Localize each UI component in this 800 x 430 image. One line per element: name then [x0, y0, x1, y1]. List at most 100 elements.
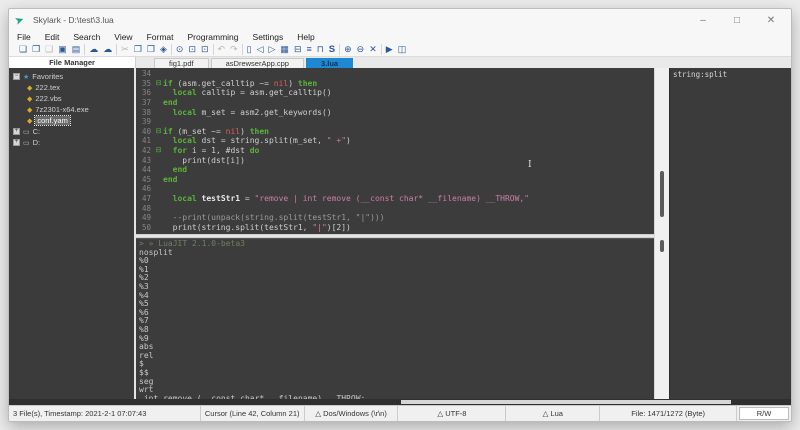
tab-3.lua[interactable]: 3.lua	[306, 58, 353, 68]
app-logo-icon: ➤	[13, 12, 30, 29]
export-icon[interactable]: ⊓	[317, 44, 324, 55]
indent-right-icon[interactable]: ▷	[269, 44, 276, 55]
file-manager-header-tab[interactable]: File Manager	[9, 57, 136, 68]
desktop: ➤ Skylark - D:\test\3.lua –□✕ FileEditSe…	[0, 0, 800, 430]
find-prev-icon[interactable]: ⊡	[188, 44, 196, 55]
menu-format[interactable]: Format	[147, 32, 174, 42]
menu-view[interactable]: View	[114, 32, 132, 42]
table-view-icon[interactable]: ▦	[280, 44, 289, 55]
code-line: 39	[136, 117, 654, 127]
status-segment-4: △ Lua	[506, 406, 600, 421]
tree-item-conf.yam[interactable]: ◆conf.yam	[9, 115, 134, 126]
output-line: $	[139, 360, 654, 369]
split-view-icon[interactable]: ⊟	[294, 44, 302, 55]
maximize-button[interactable]: □	[731, 15, 743, 26]
new-file-icon[interactable]: ❏	[19, 44, 27, 55]
horizontal-scrollbar-track[interactable]	[9, 399, 791, 405]
toolbar-group: ↶↷	[214, 44, 243, 55]
output-line: $$	[139, 369, 654, 378]
drive-icon: ▭	[23, 128, 30, 136]
save-all-icon[interactable]: ▤	[72, 44, 81, 55]
wrap-lines-icon[interactable]: ≡	[306, 44, 311, 55]
status-segment-0: 3 File(s), Timestamp: 2021-2-1 07:07:43	[9, 406, 201, 421]
window-controls: – □ ✕	[697, 15, 785, 26]
fold-marker-icon[interactable]: ⊟	[154, 127, 163, 136]
output-line: rel	[139, 352, 654, 361]
indent-left-icon[interactable]: ◁	[257, 44, 264, 55]
code-line: 42⊟ for i = 1, #dst do	[136, 146, 654, 156]
line-number: 37	[136, 98, 154, 107]
terminal-icon[interactable]: ◫	[398, 44, 407, 55]
paste-icon[interactable]: ❒	[147, 44, 155, 55]
status-segment-2: △ Dos/Windows (\r\n)	[305, 406, 399, 421]
code-text: for i = 1, #dst do	[163, 146, 259, 155]
tree-item-label: 7z2301-x64.exe	[35, 105, 88, 114]
tree-item-D:[interactable]: +▭D:	[9, 137, 134, 148]
code-line: 38 local m_set = asm2.get_keywords()	[136, 107, 654, 117]
lock-icon[interactable]: ◈	[160, 44, 167, 55]
drive-icon: ▭	[23, 139, 30, 147]
tree-item-7z2301-x64.exe[interactable]: ◆7z2301-x64.exe	[9, 104, 134, 115]
search-icon[interactable]: ⊙	[176, 44, 184, 55]
fold-marker-icon[interactable]: ⊟	[154, 146, 163, 155]
save-icon[interactable]: ▣	[58, 44, 67, 55]
output-console[interactable]: > » LuaJIT 2.1.0-beta3nosplit%0%1%2%3%4%…	[136, 238, 654, 399]
tree-item-label: D:	[33, 138, 41, 147]
output-scrollbar-thumb[interactable]	[660, 240, 664, 252]
cloud-download-icon[interactable]: ☁	[103, 44, 112, 55]
tab-asDrewserApp.cpp[interactable]: asDrewserApp.cpp	[211, 58, 304, 68]
styles-icon[interactable]: S	[329, 44, 335, 55]
bookmark-icon[interactable]: ▯	[247, 44, 252, 55]
minimize-button[interactable]: –	[697, 15, 709, 26]
menu-search[interactable]: Search	[73, 32, 100, 42]
find-next-icon[interactable]: ⊡	[201, 44, 209, 55]
tree-item-Favorites[interactable]: −★Favorites	[9, 71, 134, 82]
code-text: local testStr1 = "remove | int remove (_…	[163, 194, 529, 203]
output-line: %7	[139, 317, 654, 326]
tree-expander[interactable]: +	[13, 139, 20, 146]
symbol-hint-text: string:split	[673, 70, 791, 79]
zoom-in-icon[interactable]: ⊕	[344, 44, 352, 55]
tree-item-222.tex[interactable]: ◆222.tex	[9, 82, 134, 93]
fold-marker-icon[interactable]: ⊟	[154, 79, 163, 88]
menu-settings[interactable]: Settings	[253, 32, 284, 42]
editor-column: I 3435⊟if (asm.get_calltip ~= nil) then3…	[136, 68, 654, 399]
menu-file[interactable]: File	[17, 32, 31, 42]
code-line: 43 print(dst[i])	[136, 155, 654, 165]
line-number: 46	[136, 184, 154, 193]
redo-icon: ↷	[230, 44, 238, 55]
output-line: > » LuaJIT 2.1.0-beta3	[139, 240, 654, 249]
line-number: 45	[136, 175, 154, 184]
menu-programming[interactable]: Programming	[188, 32, 239, 42]
cloud-upload-icon[interactable]: ☁	[89, 44, 98, 55]
run-script-icon[interactable]: ▶	[386, 44, 393, 55]
tab-row: File Manager fig1.pdfasDrewserApp.cpp3.l…	[9, 56, 791, 68]
menu-bar: File Edit Search View Format Programming Setti…	[9, 31, 791, 43]
tab-fig1.pdf[interactable]: fig1.pdf	[154, 58, 209, 68]
close-button[interactable]: ✕	[765, 15, 777, 26]
line-number: 47	[136, 194, 154, 203]
cut-icon: ✂	[121, 44, 129, 55]
zoom-out-icon[interactable]: ⊖	[357, 44, 365, 55]
tree-expander[interactable]: −	[13, 73, 20, 80]
code-editor[interactable]: I 3435⊟if (asm.get_calltip ~= nil) then3…	[136, 68, 654, 234]
toolbar-group: ✂ ❐ ❒ ◈	[117, 44, 172, 55]
copy-icon[interactable]: ❐	[134, 44, 142, 55]
editor-vertical-scrollbar[interactable]	[654, 68, 669, 399]
tree-expander[interactable]: +	[13, 128, 20, 135]
toolbar-group: ▶◫	[382, 44, 410, 55]
editor-scrollbar-thumb[interactable]	[660, 171, 664, 217]
output-line: %2	[139, 274, 654, 283]
open-folder-icon[interactable]: ❐	[32, 44, 40, 55]
zoom-reset-icon[interactable]: ✕	[369, 44, 377, 55]
menu-edit[interactable]: Edit	[45, 32, 60, 42]
code-line: 49 --print(unpack(string.split(testStr1,…	[136, 213, 654, 223]
tree-item-222.vbs[interactable]: ◆222.vbs	[9, 93, 134, 104]
line-number: 44	[136, 165, 154, 174]
status-bar: 3 File(s), Timestamp: 2021-2-1 07:07:43C…	[9, 405, 791, 421]
tree-item-C:[interactable]: +▭C:	[9, 126, 134, 137]
output-line: seg	[139, 378, 654, 387]
horizontal-scrollbar-thumb[interactable]	[401, 400, 731, 404]
code-text: end	[163, 165, 187, 174]
menu-help[interactable]: Help	[297, 32, 314, 42]
